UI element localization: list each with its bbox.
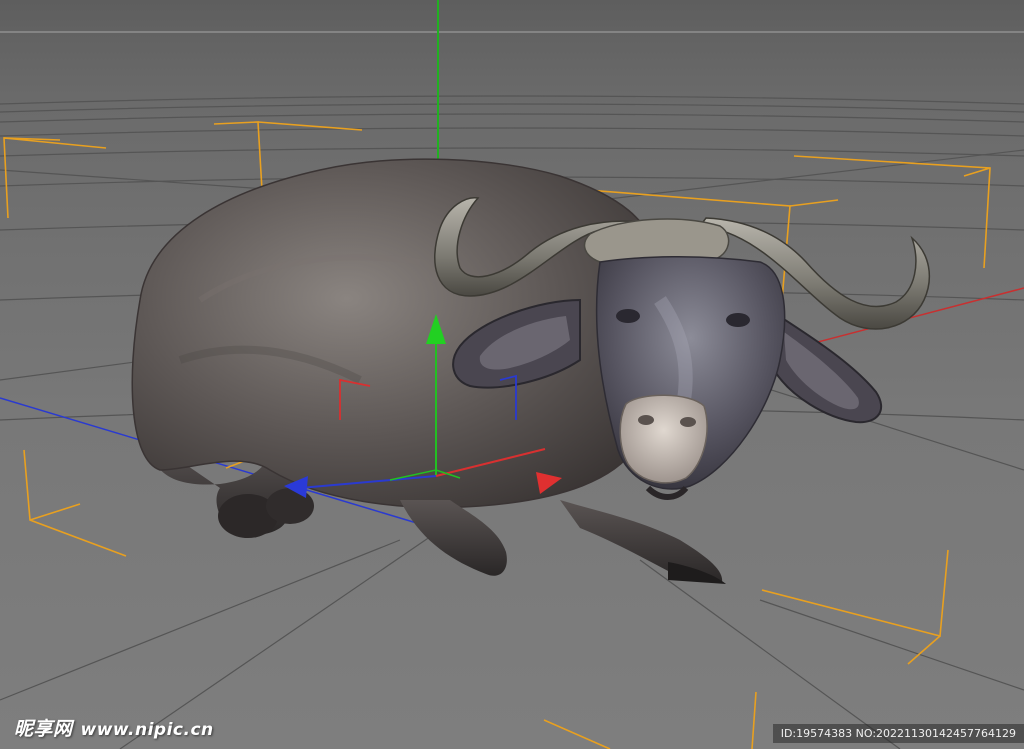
3d-viewport[interactable]: 昵享网 www.nipic.cn ID:19574383 NO:202211301… (0, 0, 1024, 749)
buffalo-front-leg (400, 500, 726, 584)
buffalo-body (131, 158, 670, 509)
buffalo-muzzle (619, 394, 708, 484)
viewport-scene (0, 0, 1024, 749)
watermark-site: www.nipic.cn (80, 720, 214, 740)
buffalo-model[interactable] (131, 158, 931, 584)
watermark: 昵享网 www.nipic.cn (14, 714, 214, 741)
buffalo-right-eye (726, 313, 750, 327)
watermark-brand: 昵享网 (14, 718, 73, 740)
image-id-label: ID:19574383 NO:20221130142457764129 (772, 724, 1024, 743)
buffalo-left-eye (616, 309, 640, 323)
